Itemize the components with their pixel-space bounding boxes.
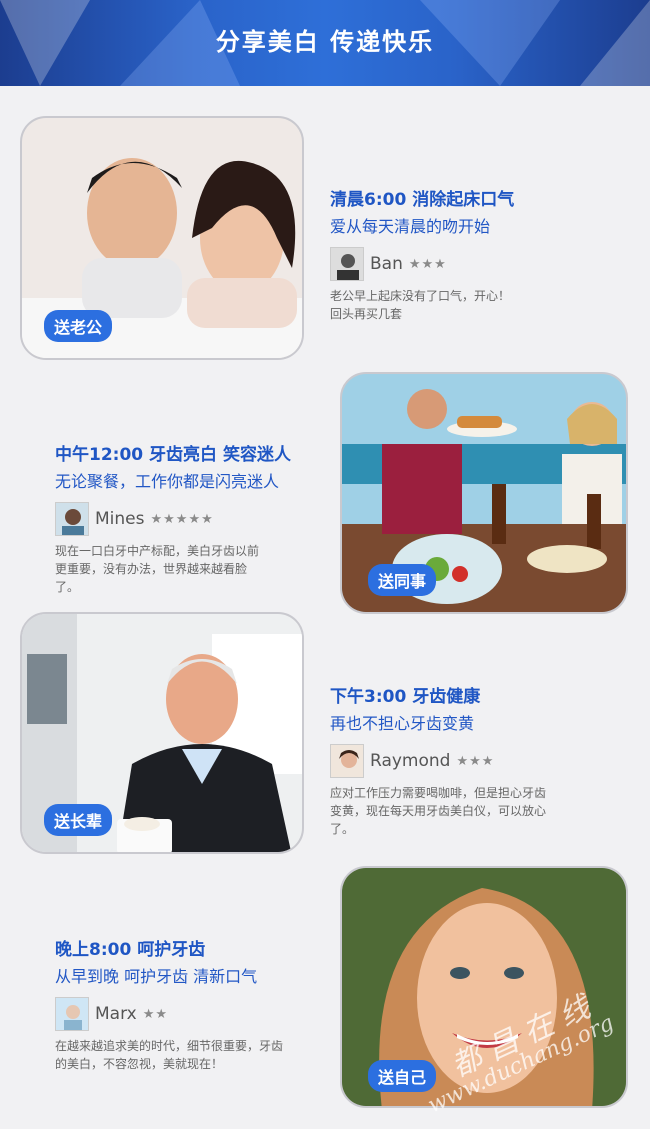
sub-morning: 爱从每天清晨的吻开始 <box>330 217 491 236</box>
reviewer-name: Marx <box>95 1004 137 1024</box>
heading-evening: 晚上8:00 呵护牙齿 <box>55 940 206 960</box>
rating-stars: ★★★★★ <box>150 511 214 527</box>
reviewer-name: Ban <box>370 254 403 274</box>
reviewer-mines: Mines ★★★★★ <box>55 502 325 536</box>
tag-self: 送自己 <box>368 1060 437 1092</box>
heading-morning: 清晨6:00 消除起床口气 <box>330 190 515 210</box>
avatar <box>330 744 364 778</box>
rating-stars: ★★★ <box>408 256 447 272</box>
avatar <box>55 997 89 1031</box>
review-text: 应对工作压力需要喝咖啡，但是担心牙齿变黄，现在每天用牙齿美白仪，可以放心了。 <box>330 786 547 836</box>
sub-evening: 从早到晚 呵护牙齿 清新口气 <box>55 967 258 986</box>
photo-couple: 送老公 <box>20 116 304 360</box>
photo-colleagues: 送同事 <box>340 372 628 614</box>
section-evening: 晚上8:00 呵护牙齿 从早到晚 呵护牙齿 清新口气 Marx ★★ 在越来越追… <box>55 935 325 1073</box>
header-banner: 分享美白 传递快乐 <box>0 0 650 86</box>
rating-stars: ★★ <box>142 1006 168 1022</box>
section-morning: 清晨6:00 消除起床口气 爱从每天清晨的吻开始 Ban ★★★ 老公早上起床没… <box>330 185 630 323</box>
review-text: 现在一口白牙中产标配，美白牙齿以前更重要，没有办法，世界越来越看脸了。 <box>55 544 260 594</box>
section-afternoon: 下午3:00 牙齿健康 再也不担心牙齿变黄 Raymond ★★★ 应对工作压力… <box>330 682 630 838</box>
heading-afternoon: 下午3:00 牙齿健康 <box>330 687 481 707</box>
review-text: 老公早上起床没有了口气，开心！回头再买几套 <box>330 289 511 321</box>
heading-noon: 中午12:00 牙齿亮白 笑容迷人 <box>55 445 291 465</box>
reviewer-ban: Ban ★★★ <box>330 247 630 281</box>
reviewer-name: Raymond <box>370 751 451 771</box>
section-noon: 中午12:00 牙齿亮白 笑容迷人 无论聚餐，工作你都是闪亮迷人 Mines ★… <box>55 440 325 596</box>
rating-stars: ★★★ <box>456 753 495 769</box>
avatar <box>55 502 89 536</box>
reviewer-raymond: Raymond ★★★ <box>330 744 630 778</box>
reviewer-name: Mines <box>95 509 145 529</box>
review-text: 在越来越追求美的时代，细节很重要，牙齿的美白，不容忽视，美就现在！ <box>55 1039 284 1071</box>
photo-elder: 送长辈 <box>20 612 304 854</box>
sub-noon: 无论聚餐，工作你都是闪亮迷人 <box>55 472 280 491</box>
tag-elder: 送长辈 <box>44 804 113 836</box>
banner-title: 分享美白 传递快乐 <box>215 28 435 56</box>
tag-colleague: 送同事 <box>368 564 437 596</box>
reviewer-marx: Marx ★★ <box>55 997 325 1031</box>
tag-husband: 送老公 <box>44 310 113 342</box>
sub-afternoon: 再也不担心牙齿变黄 <box>330 714 475 733</box>
avatar <box>330 247 364 281</box>
